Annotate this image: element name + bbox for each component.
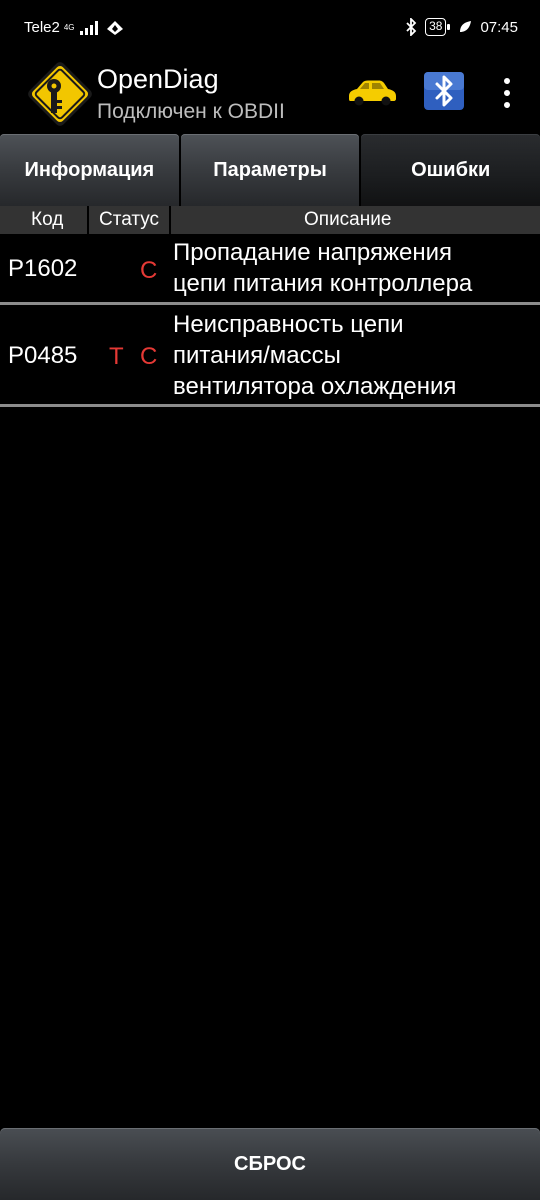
- status-left: Tele2 4G: [24, 19, 124, 36]
- screen: Tele2 4G 38 07:45 OpenDiag Подключен к O…: [0, 0, 540, 1200]
- app-bar: OpenDiag Подключен к OBDII: [0, 58, 540, 132]
- row-divider: [0, 404, 540, 407]
- error-code: P1602: [8, 255, 78, 282]
- signal-icon: [79, 20, 98, 35]
- key-sign-logo-icon: [28, 62, 92, 126]
- status-c: С: [140, 343, 158, 370]
- connection-status: Подключен к OBDII: [97, 100, 285, 123]
- wifi-icon: [106, 20, 123, 35]
- app-title: OpenDiag: [97, 64, 219, 94]
- column-header-status: Статус: [99, 209, 160, 230]
- carrier-label: Tele2: [24, 19, 60, 36]
- more-vert-icon[interactable]: [498, 78, 516, 108]
- column-separator: [169, 206, 171, 234]
- tab-info[interactable]: Информация: [0, 134, 179, 206]
- description-line: Пропадание напряжения: [173, 239, 453, 266]
- description-line: вентилятора охлаждения: [173, 373, 457, 400]
- status-right: 38 07:45: [405, 18, 518, 36]
- column-header-description: Описание: [304, 209, 392, 230]
- error-description: Неисправность цепи питания/массы вентиля…: [173, 309, 533, 402]
- column-header-code: Код: [31, 209, 64, 230]
- row-divider: [0, 302, 540, 305]
- tab-bar: Информация Параметры Ошибки: [0, 134, 540, 206]
- status-bar: Tele2 4G 38 07:45: [0, 0, 540, 58]
- column-separator: [87, 206, 89, 234]
- error-row[interactable]: P0485 Т С Неисправность цепи питания/мас…: [0, 306, 540, 404]
- status-t: Т: [109, 343, 124, 370]
- clock: 07:45: [480, 18, 518, 36]
- car-icon[interactable]: [346, 78, 398, 108]
- error-code: P0485: [8, 342, 78, 369]
- reset-button[interactable]: СБРОС: [0, 1128, 540, 1200]
- error-description: Пропадание напряжения цепи питания контр…: [173, 237, 533, 299]
- battery-indicator: 38: [425, 18, 451, 36]
- description-line: питания/массы: [173, 342, 341, 369]
- bluetooth-icon[interactable]: [423, 71, 465, 111]
- status-c: С: [140, 257, 158, 284]
- bluetooth-status-icon: [406, 18, 417, 36]
- tab-parameters[interactable]: Параметры: [180, 134, 360, 206]
- error-row[interactable]: P1602 С Пропадание напряжения цепи питан…: [0, 236, 540, 302]
- description-line: цепи питания контроллера: [173, 270, 473, 297]
- table-header: Код Статус Описание: [0, 206, 540, 234]
- network-type-label: 4G: [63, 22, 75, 32]
- tab-errors[interactable]: Ошибки: [361, 134, 540, 206]
- description-line: Неисправность цепи: [173, 311, 404, 338]
- leaf-icon: [460, 21, 472, 32]
